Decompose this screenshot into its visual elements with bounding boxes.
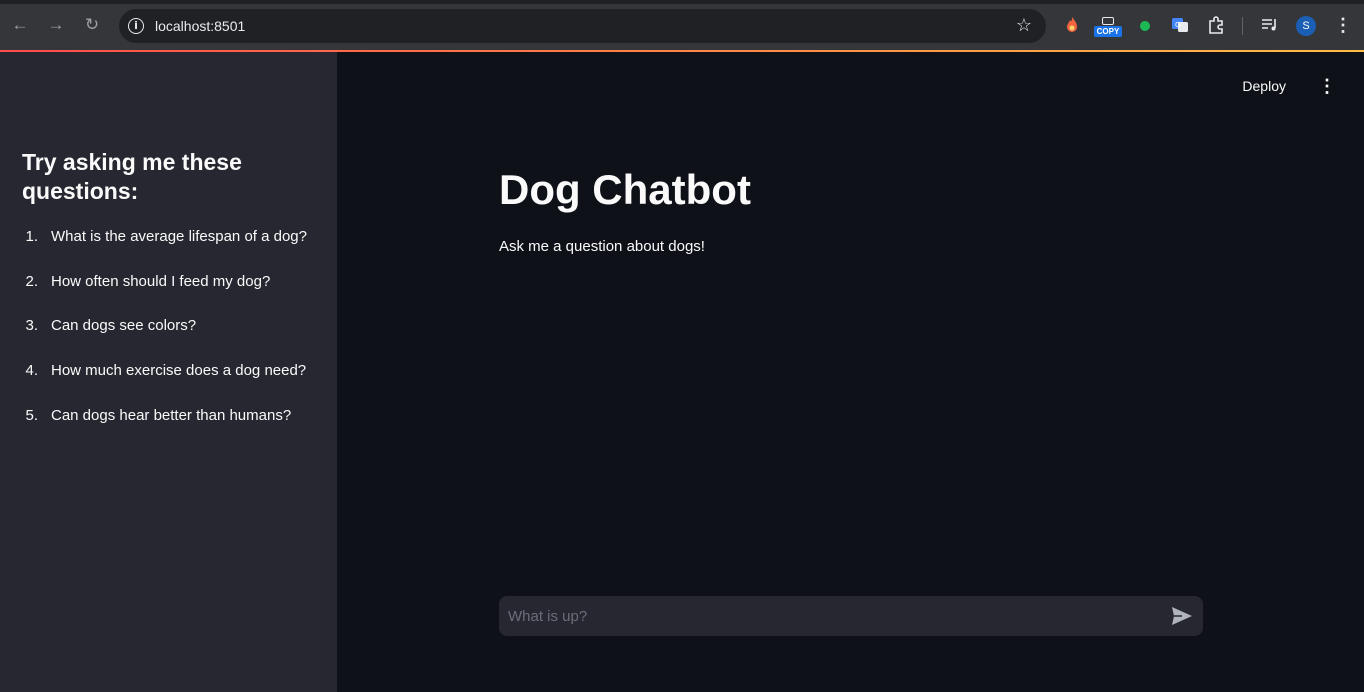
page-subtitle: Ask me a question about dogs! — [499, 238, 705, 255]
question-text: What is the average lifespan of a dog? — [51, 228, 307, 245]
question-item: 3. Can dogs see colors? — [22, 317, 322, 362]
copy-extension-icon[interactable]: COPY — [1094, 17, 1122, 39]
fire-extension-icon[interactable] — [1062, 15, 1082, 35]
sidebar-heading: Try asking me these questions: — [22, 149, 242, 204]
question-item: 4. How much exercise does a dog need? — [22, 362, 322, 407]
media-controls-icon[interactable] — [1260, 15, 1280, 35]
forward-arrow-icon[interactable]: → — [45, 14, 67, 36]
chat-input-container — [499, 596, 1203, 636]
bookmark-star-icon[interactable]: ☆ — [1016, 15, 1032, 36]
sidebar: Try asking me these questions: 1. What is… — [0, 52, 337, 692]
site-info-icon[interactable]: i — [128, 18, 144, 34]
question-text: How much exercise does a dog need? — [51, 362, 307, 380]
question-text: Can dogs see colors? — [51, 317, 197, 335]
reload-icon[interactable]: ↻ — [81, 14, 103, 36]
chat-input[interactable] — [499, 596, 1159, 636]
extensions-puzzle-icon[interactable] — [1206, 15, 1226, 35]
question-number: 2. — [25, 272, 38, 290]
green-dot-extension-icon[interactable] — [1135, 15, 1155, 35]
question-number: 5. — [25, 406, 38, 424]
main-content: Deploy ⋮ Dog Chatbot Ask me a question a… — [337, 52, 1364, 692]
question-number: 4. — [25, 362, 38, 380]
question-list: 1. What is the average lifespan of a dog?… — [22, 228, 322, 451]
toolbar-divider — [1242, 17, 1243, 35]
browser-menu-icon[interactable]: ⋮ — [1334, 14, 1352, 36]
svg-text:G: G — [1175, 21, 1180, 29]
question-item: 2. How often should I feed my dog? — [22, 273, 322, 318]
deploy-button[interactable]: Deploy — [1242, 78, 1286, 94]
app-menu-icon[interactable]: ⋮ — [1318, 76, 1336, 96]
question-item: 1. What is the average lifespan of a dog? — [22, 228, 322, 273]
address-bar[interactable]: i localhost:8501 ☆ — [119, 9, 1046, 43]
tab-strip — [0, 0, 1364, 4]
back-arrow-icon[interactable]: ← — [9, 14, 31, 36]
question-text: Can dogs hear better than humans? — [51, 406, 292, 424]
question-number: 3. — [25, 317, 38, 335]
browser-toolbar: ← → ↻ i localhost:8501 ☆ COPY G S ⋮ — [0, 0, 1364, 50]
question-text: How often should I feed my dog? — [51, 272, 271, 290]
translate-extension-icon[interactable]: G — [1170, 15, 1190, 35]
send-icon[interactable] — [1171, 606, 1193, 626]
copy-badge: COPY — [1094, 26, 1122, 37]
profile-avatar[interactable]: S — [1296, 16, 1316, 36]
url-text[interactable]: localhost:8501 — [155, 18, 245, 34]
question-number: 1. — [25, 228, 38, 245]
question-item: 5. Can dogs hear better than humans? — [22, 407, 322, 452]
page-title: Dog Chatbot — [499, 166, 751, 213]
